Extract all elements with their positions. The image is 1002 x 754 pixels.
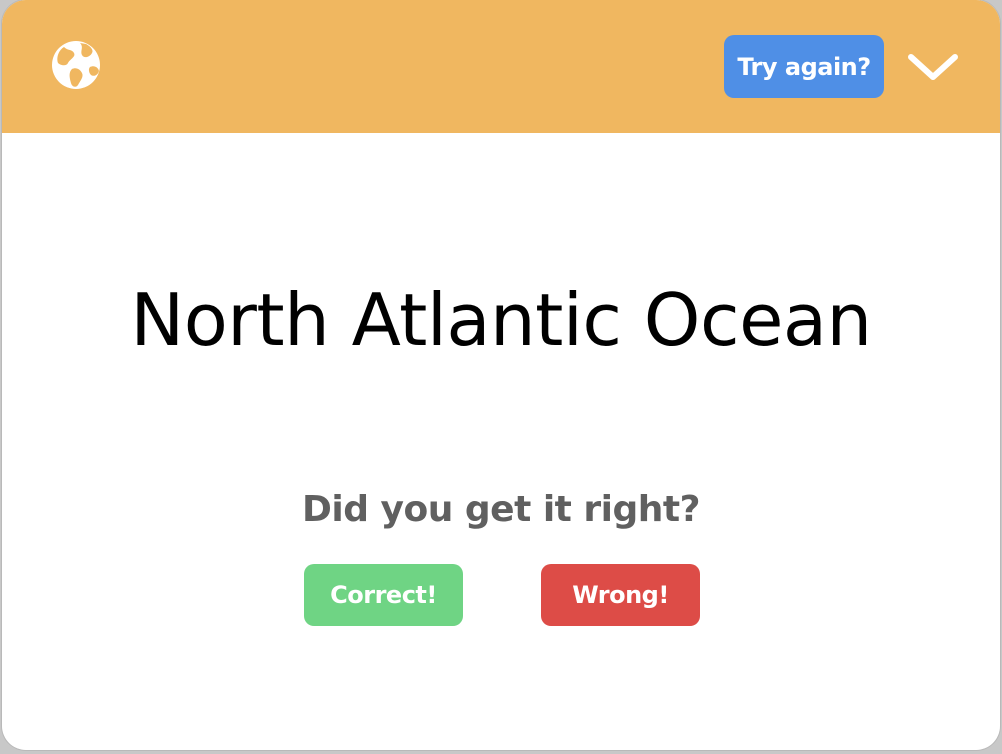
chevron-down-icon[interactable] xyxy=(906,50,960,84)
try-again-button[interactable]: Try again? xyxy=(724,35,884,98)
globe-icon[interactable] xyxy=(50,39,102,91)
card-header: Try again? xyxy=(2,0,1000,133)
wrong-button[interactable]: Wrong! xyxy=(541,564,700,626)
correct-button[interactable]: Correct! xyxy=(304,564,463,626)
flashcard: Try again? North Atlantic Ocean Did you … xyxy=(2,0,1000,750)
question-text: Did you get it right? xyxy=(302,489,700,530)
answer-text: North Atlantic Ocean xyxy=(130,278,872,362)
